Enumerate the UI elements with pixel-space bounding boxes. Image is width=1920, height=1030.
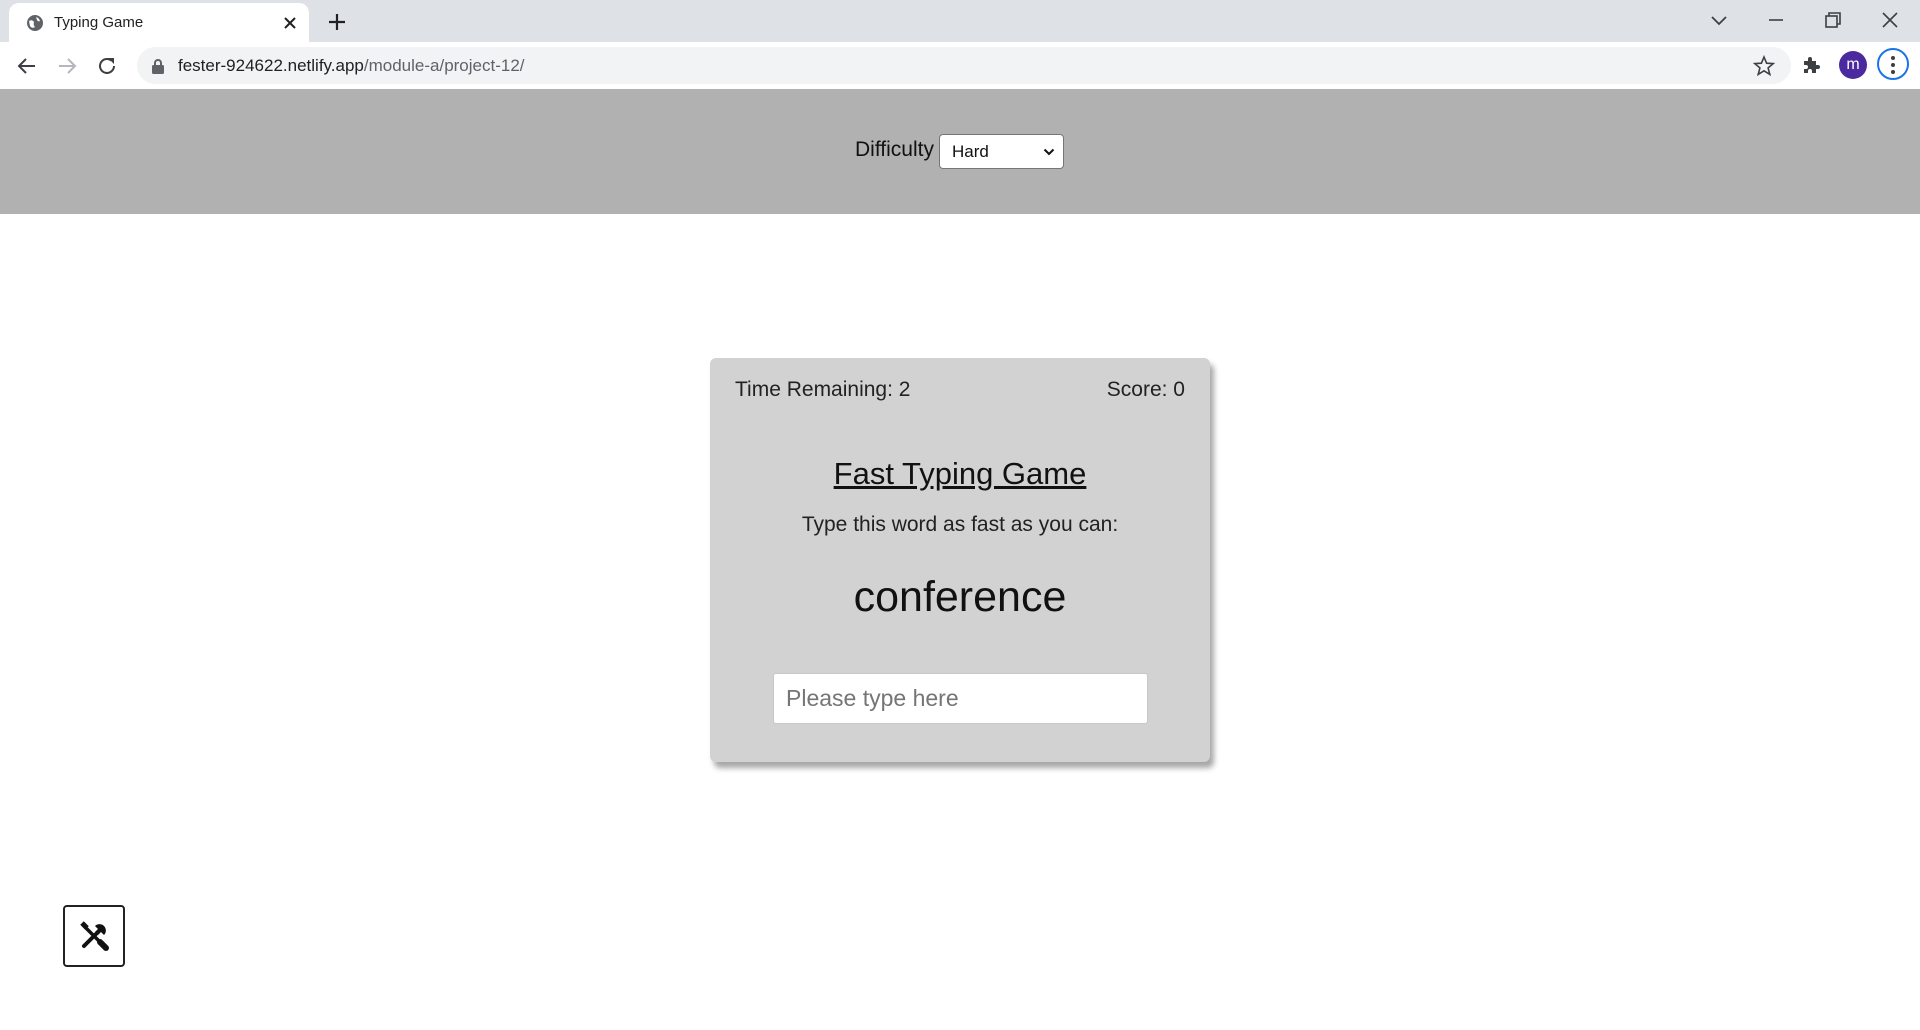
close-icon[interactable] [1878,9,1902,31]
forward-icon[interactable] [55,54,79,78]
browser-toolbar: fester-924622.netlify.app/module-a/proje… [0,42,1920,90]
target-word: conference [853,573,1067,621]
typing-input[interactable] [773,673,1148,724]
lock-icon[interactable] [151,58,165,74]
difficulty-selected-value: Hard [952,142,989,161]
plus-icon[interactable] [326,11,348,33]
tools-icon [80,921,109,951]
chevron-down-icon [1043,148,1055,156]
address-bar[interactable]: fester-924622.netlify.app/module-a/proje… [137,47,1791,84]
puzzle-icon[interactable] [1800,53,1824,77]
restore-icon[interactable] [1821,9,1845,31]
minimize-icon[interactable] [1764,9,1788,31]
profile-avatar[interactable]: m [1839,51,1867,79]
url-text: fester-924622.netlify.app/module-a/proje… [178,56,525,76]
tab-typing-game[interactable]: Typing Game [9,3,309,42]
difficulty-label: Difficulty [855,138,934,161]
game-title: Fast Typing Game [833,456,1087,491]
difficulty-header: Difficulty Hard [0,89,1920,214]
game-card: Time Remaining: 2 Score: 0 Fast Typing G… [710,358,1210,762]
reload-icon[interactable] [95,54,119,78]
chevron-down-icon[interactable] [1707,9,1731,31]
instruction-text: Type this word as fast as you can: [801,513,1119,536]
difficulty-select[interactable]: Hard [939,134,1064,169]
tab-strip: Typing Game [0,0,1920,42]
time-remaining: Time Remaining: 2 [735,378,911,401]
close-icon[interactable] [281,14,299,32]
url-host: fester-924622.netlify.app [178,56,364,75]
url-path: /module-a/project-12/ [363,56,525,75]
kebab-menu-icon[interactable] [1877,48,1909,80]
settings-button[interactable] [63,905,125,967]
globe-icon [27,15,43,31]
star-icon[interactable] [1753,55,1775,77]
back-icon[interactable] [15,54,39,78]
score: Score: 0 [1106,378,1185,401]
tab-title: Typing Game [54,14,144,31]
